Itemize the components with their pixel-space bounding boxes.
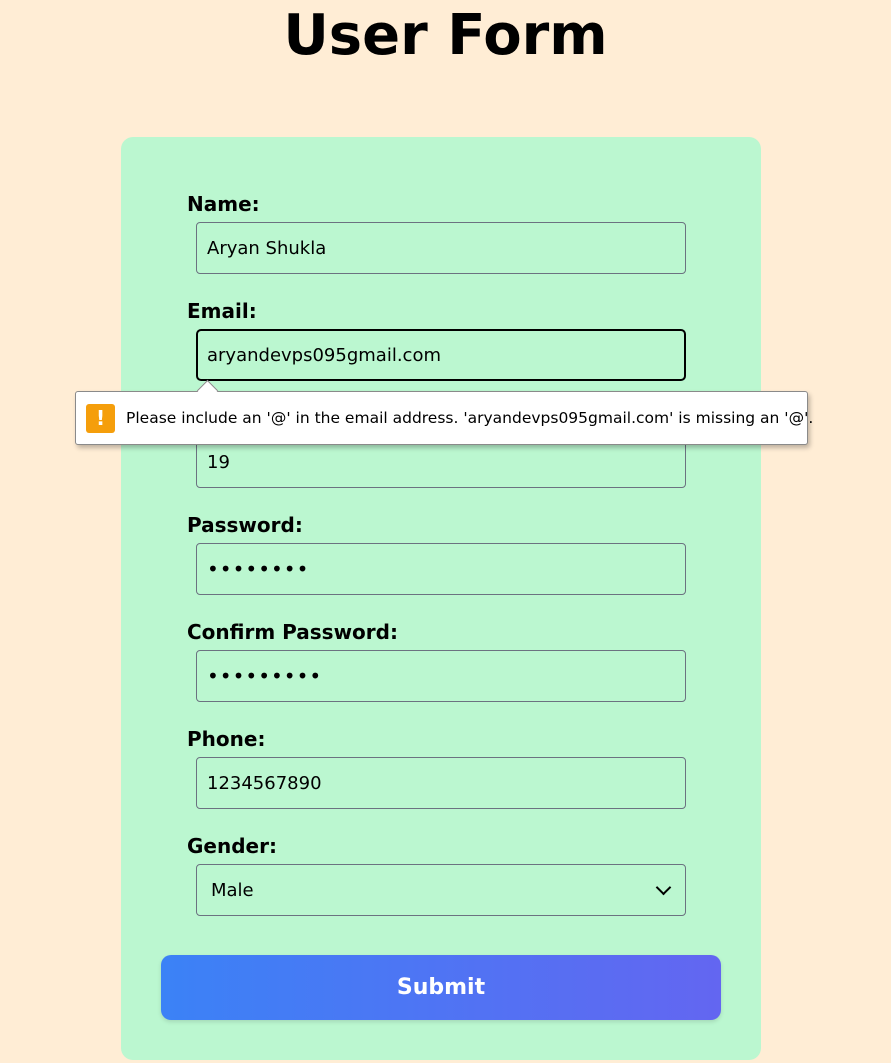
- email-input[interactable]: [196, 329, 686, 381]
- email-label: Email:: [187, 299, 257, 323]
- password-input[interactable]: [196, 543, 686, 595]
- password-label: Password:: [187, 513, 303, 537]
- validation-message: Please include an '@' in the email addre…: [126, 409, 814, 427]
- name-input[interactable]: [196, 222, 686, 274]
- warning-icon: !: [86, 403, 115, 433]
- user-form: Name: Email: Password: Confirm Password:…: [121, 137, 761, 1060]
- gender-label: Gender:: [187, 834, 277, 858]
- submit-button[interactable]: Submit: [161, 955, 721, 1020]
- page-title: User Form: [283, 3, 608, 68]
- confirm-password-input[interactable]: [196, 650, 686, 702]
- gender-selected-value: Male: [211, 879, 254, 901]
- name-label: Name:: [187, 192, 260, 216]
- validation-tooltip: ! Please include an '@' in the email add…: [75, 379, 813, 445]
- gender-select[interactable]: Male: [196, 864, 686, 916]
- chevron-down-icon: [655, 879, 672, 896]
- phone-label: Phone:: [187, 727, 266, 751]
- phone-input[interactable]: [196, 757, 686, 809]
- confirm-password-label: Confirm Password:: [187, 620, 398, 644]
